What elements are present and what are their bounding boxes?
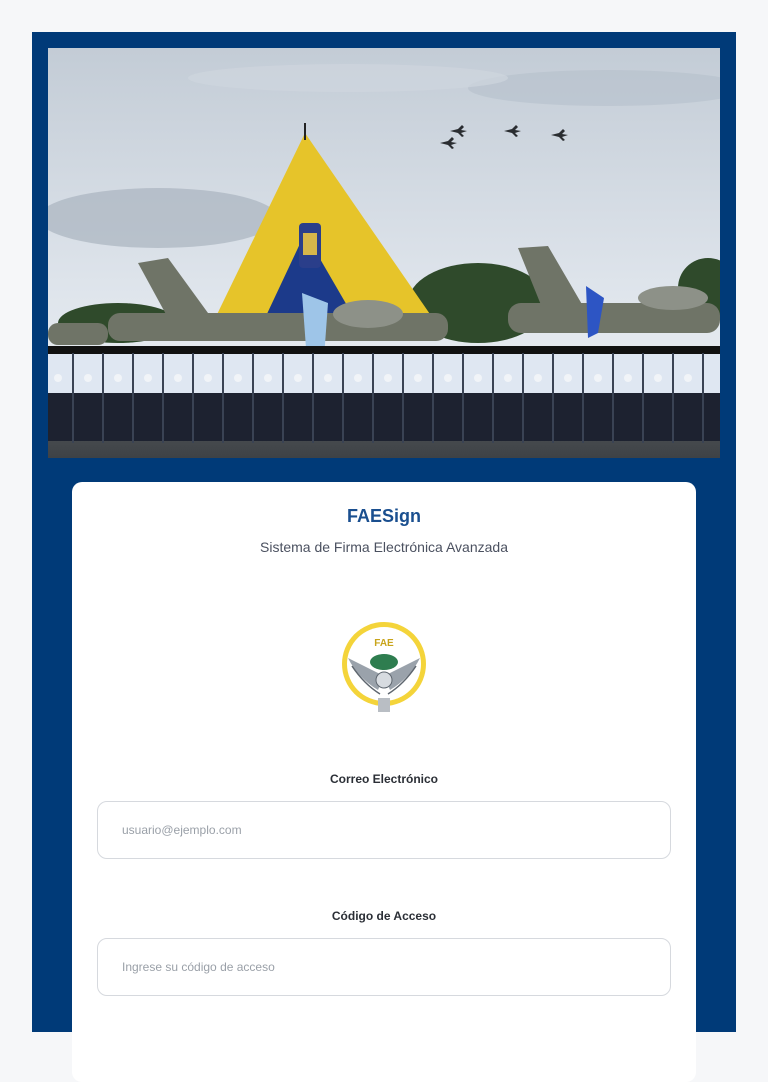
page-frame: FAESign Sistema de Firma Electrónica Ava… — [32, 32, 736, 1082]
emblem-text: FAE — [374, 638, 394, 649]
app-title: FAESign — [346, 506, 421, 526]
cadets-formation — [48, 346, 720, 443]
access-code-label: Código de Acceso — [331, 909, 437, 923]
fae-emblem-icon: FAE — [342, 622, 426, 712]
app-subtitle: Sistema de Firma Electrónica Avanzada — [260, 539, 508, 555]
access-code-input[interactable] — [97, 938, 671, 996]
hero-photo-illustration — [48, 48, 720, 458]
hero-image — [48, 48, 720, 458]
email-label: Correo Electrónico — [329, 772, 439, 786]
email-input[interactable] — [97, 801, 671, 859]
login-card: FAESign Sistema de Firma Electrónica Ava… — [72, 482, 696, 1082]
